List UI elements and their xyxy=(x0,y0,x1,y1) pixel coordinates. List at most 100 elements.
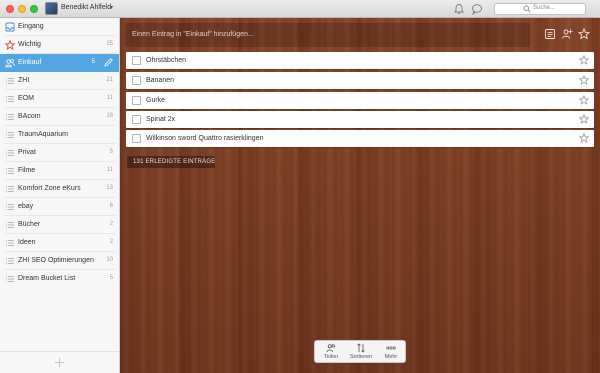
sidebar-item-count: 11 xyxy=(106,95,113,101)
title-bar: Benedikt Ahlfeld ▾ Suche... xyxy=(0,0,600,18)
sidebar-item-ebay[interactable]: ebay 6 xyxy=(0,198,119,216)
list-icon xyxy=(6,150,14,156)
share-icon xyxy=(326,344,335,353)
sidebar-item-label: Bücher xyxy=(18,221,41,228)
task-label[interactable]: Spinat 2x xyxy=(146,116,175,123)
sidebar-item-count: 21 xyxy=(106,77,113,83)
sidebar-item-count: 10 xyxy=(106,257,113,263)
bottom-toolbar: Teilen Sortieren Mehr xyxy=(314,340,406,363)
list-icon xyxy=(6,186,14,192)
sort-button[interactable]: Sortieren xyxy=(346,341,376,363)
inbox-icon xyxy=(5,22,15,32)
list-icon xyxy=(6,114,14,120)
task-item[interactable]: Ohrstäbchen xyxy=(126,52,594,69)
sidebar-item-traumaquarium[interactable]: TraumAquarium xyxy=(0,126,119,144)
sidebar-item-einkauf[interactable]: Einkauf 5 xyxy=(0,54,119,72)
sidebar-item-count: 18 xyxy=(106,113,113,119)
sidebar-item-label: TraumAquarium xyxy=(18,131,68,138)
task-label[interactable]: Bananen xyxy=(146,77,174,84)
completed-count-label[interactable]: 131 ERLEDIGTE EINTRÄGE xyxy=(133,159,215,165)
sidebar-item-label: Einkauf xyxy=(18,59,42,66)
sidebar-item-filme[interactable]: Filme 11 xyxy=(0,162,119,180)
comments-icon[interactable] xyxy=(471,3,483,15)
sidebar-item-buecher[interactable]: Bücher 2 xyxy=(0,216,119,234)
share-button[interactable]: Teilen xyxy=(316,341,346,363)
add-list-icon[interactable] xyxy=(54,357,65,368)
sidebar-item-count: 25 xyxy=(106,41,113,47)
star-icon[interactable] xyxy=(578,28,590,40)
more-icon xyxy=(386,346,396,350)
sidebar-item-zhi-seo-optimierungen[interactable]: ZHI SEO Optimierungen 10 xyxy=(0,252,119,270)
sidebar-item-count: 2 xyxy=(109,239,113,245)
search-placeholder: Suche... xyxy=(533,5,556,11)
sidebar-item-ideen[interactable]: Ideen 2 xyxy=(0,234,119,252)
task-checkbox[interactable] xyxy=(132,134,141,143)
sidebar-item-count: 5 xyxy=(109,275,113,281)
sidebar-item-label: Eingang xyxy=(18,23,44,30)
sidebar-item-eom[interactable]: EOM 11 xyxy=(0,90,119,108)
sidebar-item-count: 11 xyxy=(106,167,113,173)
list-icon xyxy=(6,168,14,174)
sidebar-item-label: Ideen xyxy=(18,239,36,246)
list-icon xyxy=(6,78,14,84)
sidebar-item-label: Filme xyxy=(18,167,36,174)
share-label: Teilen xyxy=(323,354,339,360)
task-checkbox[interactable] xyxy=(132,56,141,65)
task-label[interactable]: Wilkinson sword Quattro rasierklingen xyxy=(146,135,264,142)
task-item[interactable]: Gurke xyxy=(126,92,594,109)
list-icon xyxy=(6,222,14,228)
avatar[interactable] xyxy=(45,2,58,15)
sidebar-item-label: Wichtig xyxy=(18,41,41,48)
task-item[interactable]: Bananen xyxy=(126,72,594,89)
people-icon xyxy=(5,59,15,68)
star-icon xyxy=(5,40,15,50)
task-checkbox[interactable] xyxy=(132,76,141,85)
sidebar-item-komfort-zone-ekurs[interactable]: Komfort Zone eKurs 13 xyxy=(0,180,119,198)
task-item[interactable]: Spinat 2x xyxy=(126,111,594,128)
sidebar-item-dream-bucket-list[interactable]: Dream Bucket List 5 xyxy=(0,270,119,288)
star-icon[interactable] xyxy=(579,95,589,105)
task-label[interactable]: Ohrstäbchen xyxy=(146,57,186,64)
sidebar-item-wichtig[interactable]: Wichtig 25 xyxy=(0,36,119,54)
sidebar-item-count: 5 xyxy=(109,149,113,155)
sidebar-item-zhi[interactable]: ZHI 21 xyxy=(0,72,119,90)
sidebar-item-bacom[interactable]: BAcom 18 xyxy=(0,108,119,126)
bell-icon[interactable] xyxy=(453,3,465,15)
sidebar-item-label: Privat xyxy=(18,149,36,156)
sidebar-item-label: Dream Bucket List xyxy=(18,275,76,282)
star-icon[interactable] xyxy=(579,55,589,65)
sidebar-item-count: 13 xyxy=(106,185,113,191)
close-window-button[interactable] xyxy=(6,5,14,13)
sidebar-item-label: BAcom xyxy=(18,113,41,120)
sidebar-item-label: EOM xyxy=(18,95,34,102)
sidebar-item-privat[interactable]: Privat 5 xyxy=(0,144,119,162)
more-button[interactable]: Mehr xyxy=(376,341,406,363)
task-checkbox[interactable] xyxy=(132,115,141,124)
list-icon xyxy=(6,276,14,282)
list-icon xyxy=(6,204,14,210)
task-checkbox[interactable] xyxy=(132,96,141,105)
sort-label: Sortieren xyxy=(349,354,373,360)
task-label[interactable]: Gurke xyxy=(146,97,165,104)
sidebar-item-label: ZHI SEO Optimierungen xyxy=(18,257,94,264)
sidebar-item-eingang[interactable]: Eingang xyxy=(0,18,119,36)
add-task-placeholder: Einen Eintrag in "Einkauf" hinzufügen... xyxy=(132,31,254,38)
add-person-icon[interactable] xyxy=(561,28,573,40)
sidebar-footer xyxy=(0,351,119,373)
list-icon xyxy=(6,258,14,264)
chevron-down-icon[interactable]: ▾ xyxy=(110,4,113,11)
minimize-window-button[interactable] xyxy=(18,5,26,13)
search-icon xyxy=(523,5,531,13)
star-icon[interactable] xyxy=(579,114,589,124)
task-item[interactable]: Wilkinson sword Quattro rasierklingen xyxy=(126,130,594,147)
star-icon[interactable] xyxy=(579,75,589,85)
pencil-icon[interactable] xyxy=(103,57,114,68)
star-icon[interactable] xyxy=(579,133,589,143)
list-icon xyxy=(6,96,14,102)
zoom-window-button[interactable] xyxy=(30,5,38,13)
user-name[interactable]: Benedikt Ahlfeld xyxy=(61,4,111,11)
list-icon xyxy=(6,132,14,138)
sidebar-item-count: 2 xyxy=(109,221,113,227)
list-view-icon[interactable] xyxy=(544,28,556,40)
sidebar-item-count: 6 xyxy=(109,203,113,209)
